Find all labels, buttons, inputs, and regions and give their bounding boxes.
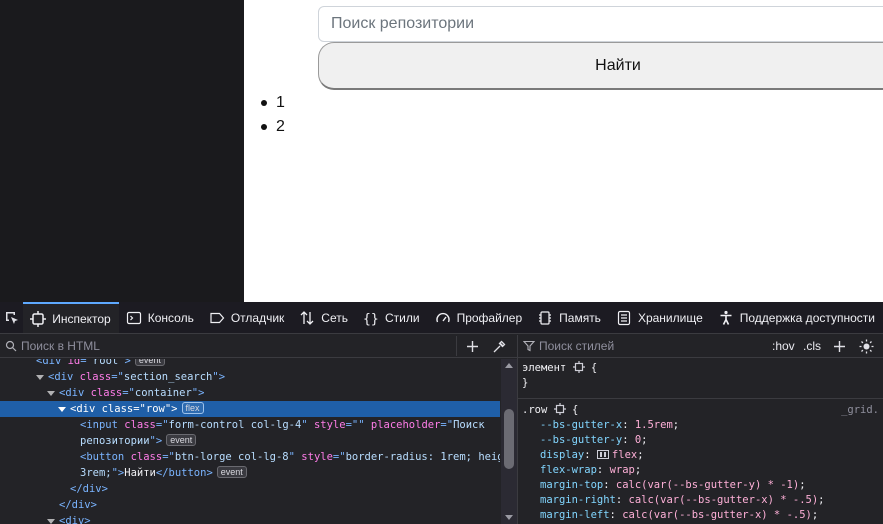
tab-label: Профайлер: [456, 310, 523, 325]
repository-search-input[interactable]: [318, 6, 883, 42]
list-item: 2: [260, 118, 285, 142]
tree-node-input-continued: репозитории"> event: [0, 433, 500, 449]
tree-node-row-selected[interactable]: <div class="row"> flex: [0, 401, 500, 417]
styles-search-input[interactable]: [539, 339, 759, 353]
tab-inspector[interactable]: Инспектор: [23, 302, 119, 333]
tree-node-section-search[interactable]: <div class="section_search">: [0, 369, 500, 385]
scroll-thumb[interactable]: [504, 409, 514, 469]
style-editor-icon: {}: [363, 312, 379, 326]
accessibility-icon: [720, 310, 732, 325]
add-rule-icon[interactable]: [833, 340, 846, 353]
rule-source-link[interactable]: _grid.: [841, 403, 883, 418]
list-item: 1: [260, 94, 285, 118]
tab-storage[interactable]: Хранилище: [609, 302, 711, 333]
tree-node-button-continued: 3rem;">Найти</button> event: [0, 465, 500, 481]
light-theme-icon[interactable]: [859, 339, 874, 354]
browser-window: Найти 1 2 Инспектор Консоль Отладчик: [0, 0, 883, 524]
classes-button[interactable]: .cls: [803, 339, 821, 353]
search-icon: [5, 340, 17, 352]
event-badge[interactable]: event: [216, 466, 247, 478]
tab-label: Стили: [384, 310, 420, 325]
css-declaration[interactable]: flex-wrap: wrap;: [518, 463, 883, 478]
tree-node-input[interactable]: <input class="form-control col-lg-4" sty…: [0, 417, 500, 433]
collapse-arrow-icon[interactable]: [36, 375, 44, 380]
tree-node-root[interactable]: <div id="root"> event: [0, 359, 500, 369]
rules-pane: элемент { } .row { _grid. --bs-gutter-x:…: [518, 359, 883, 524]
css-declaration[interactable]: display: flex;: [518, 448, 883, 463]
markup-scrollbar[interactable]: [501, 359, 517, 524]
find-button[interactable]: Найти: [318, 42, 883, 90]
tree-node-close-row[interactable]: </div>: [0, 481, 500, 497]
scroll-up-icon[interactable]: [505, 363, 513, 368]
element-rule-header[interactable]: элемент {: [518, 361, 883, 376]
tab-label: Хранилище: [637, 310, 703, 325]
css-declaration[interactable]: margin-right: calc(var(--bs-gutter-x) * …: [518, 493, 883, 508]
tree-node-container[interactable]: <div class="container">: [0, 385, 500, 401]
flex-badge[interactable]: flex: [181, 402, 204, 414]
rule-separator: [518, 391, 883, 399]
results-list: 1 2: [260, 94, 285, 142]
filter-icon: [523, 340, 535, 352]
tab-label: Отладчик: [230, 310, 285, 325]
svg-text:{}: {}: [363, 312, 379, 326]
element-rule-close: }: [522, 377, 529, 389]
tree-node-div[interactable]: <div>: [0, 513, 500, 524]
html-search-bar: [0, 335, 517, 358]
tab-debugger[interactable]: Отладчик: [202, 302, 292, 333]
collapse-arrow-icon[interactable]: [47, 391, 55, 396]
eyedropper-icon[interactable]: [492, 340, 506, 354]
add-node-icon[interactable]: [466, 340, 479, 353]
devtools-toolbar: Инспектор Консоль Отладчик Сеть {} Стили…: [0, 302, 883, 334]
inspector-icon: [30, 310, 47, 327]
css-declaration[interactable]: --bs-gutter-x: 1.5rem;: [518, 418, 883, 433]
css-declaration[interactable]: margin-top: calc(var(--bs-gutter-y) * -1…: [518, 478, 883, 493]
tab-label: Инспектор: [52, 311, 111, 326]
collapse-arrow-icon[interactable]: [58, 407, 66, 412]
tree-node-button[interactable]: <button class="btn-lorge col-lg-8" style…: [0, 449, 500, 465]
tab-label: Сеть: [321, 310, 348, 325]
element-picker-icon[interactable]: [0, 302, 23, 333]
markup-tree: <div id="root"> event <div class="section…: [0, 359, 500, 524]
tab-memory[interactable]: Память: [530, 302, 609, 333]
tab-network[interactable]: Сеть: [292, 302, 356, 333]
page-viewport: Найти 1 2: [244, 0, 883, 302]
css-declaration[interactable]: --bs-gutter-y: 0;: [518, 433, 883, 448]
memory-icon: [539, 310, 552, 325]
network-icon: [300, 310, 314, 325]
html-search-input[interactable]: [21, 339, 321, 353]
devtools-panel: Инспектор Консоль Отладчик Сеть {} Стили…: [0, 302, 883, 524]
tab-label: Поддержка доступности: [739, 310, 875, 325]
flexbox-highlighter-icon[interactable]: [596, 450, 609, 459]
storage-icon: [617, 310, 631, 325]
profiler-icon: [435, 312, 450, 322]
scroll-down-icon[interactable]: [505, 515, 513, 520]
tab-style-editor[interactable]: {} Стили: [356, 302, 428, 333]
css-declaration[interactable]: margin-left: calc(var(--bs-gutter-x) * -…: [518, 508, 883, 523]
debugger-icon: [210, 312, 225, 323]
tab-profiler[interactable]: Профайлер: [428, 302, 531, 333]
event-badge[interactable]: event: [134, 359, 165, 366]
tab-accessibility[interactable]: Поддержка доступности: [711, 302, 883, 333]
tab-console[interactable]: Консоль: [119, 302, 202, 333]
tree-node-close-container[interactable]: </div>: [0, 497, 500, 513]
tab-label: Консоль: [147, 310, 194, 325]
page-left-margin: [0, 0, 244, 302]
event-badge[interactable]: event: [166, 434, 197, 446]
tab-label: Память: [559, 310, 601, 325]
console-icon: [126, 311, 141, 324]
row-rule-header[interactable]: .row { _grid.: [518, 403, 883, 418]
styles-search-bar: :hov .cls: [518, 335, 883, 358]
highlight-elements-icon[interactable]: [553, 403, 566, 415]
collapse-arrow-icon[interactable]: [47, 519, 55, 524]
hover-states-button[interactable]: :hov: [772, 339, 795, 353]
highlight-elements-icon[interactable]: [572, 361, 585, 373]
